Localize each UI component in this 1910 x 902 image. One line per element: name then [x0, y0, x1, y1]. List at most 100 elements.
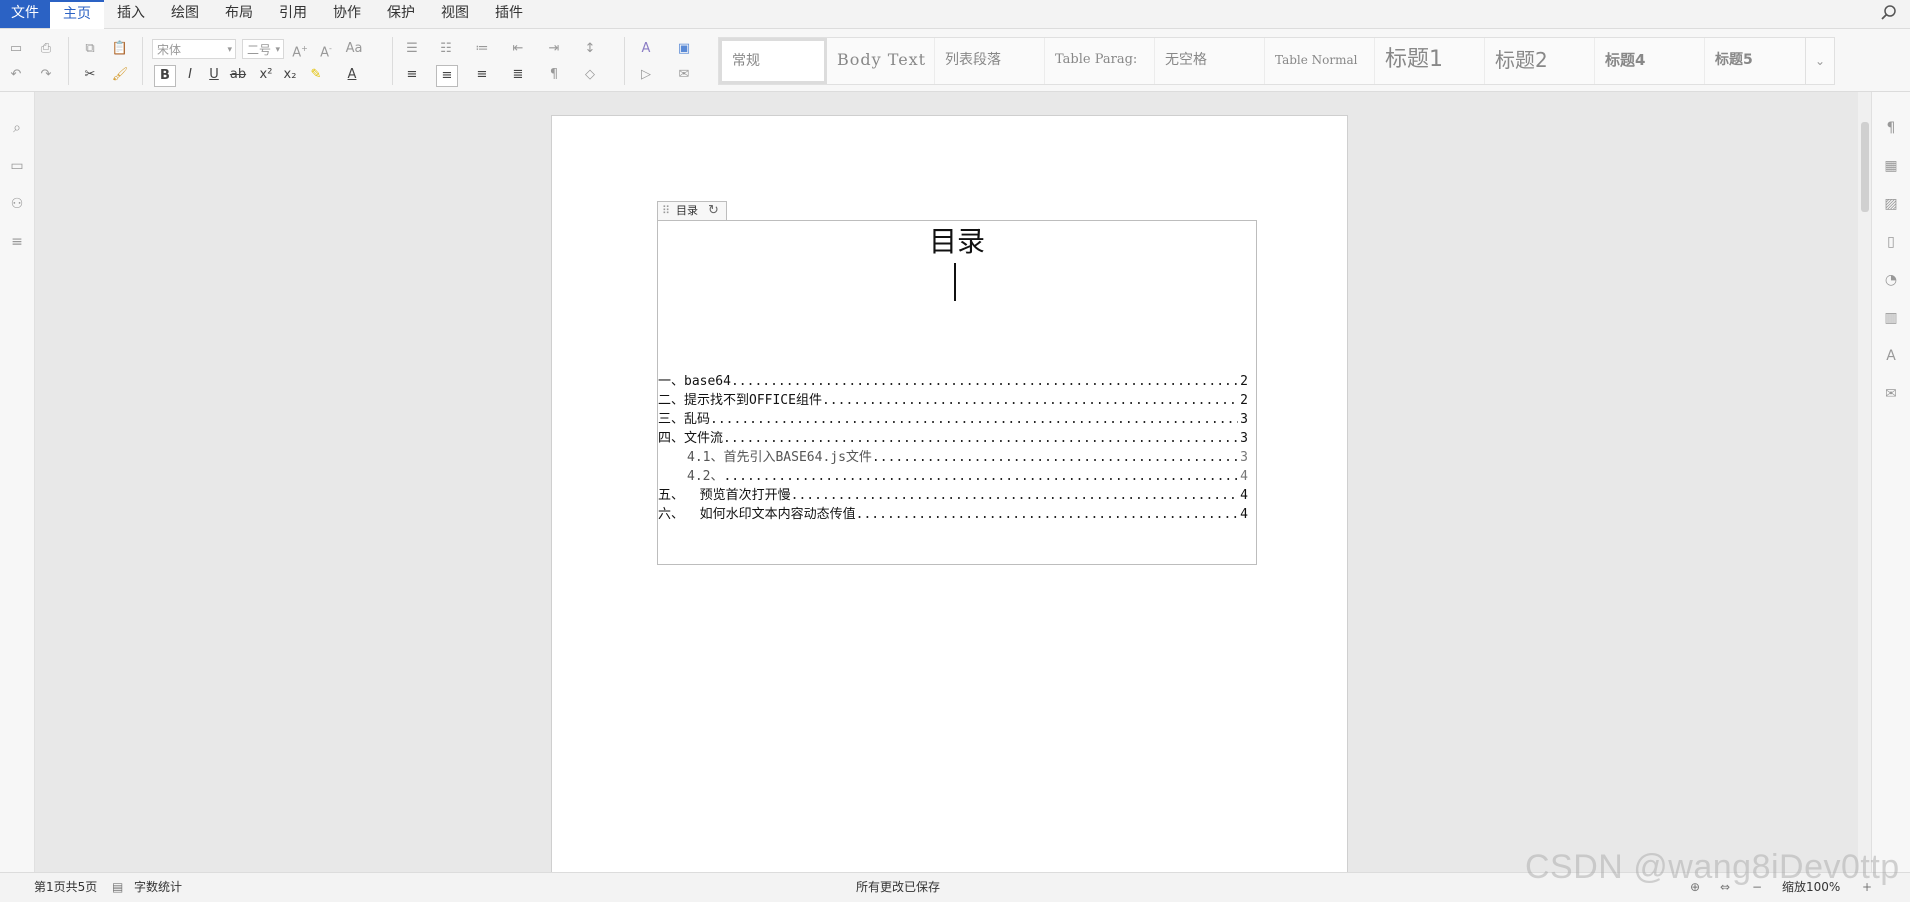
tab-draw[interactable]: 绘图: [158, 0, 212, 28]
style-table-normal[interactable]: Table Normal: [1265, 38, 1375, 84]
mail-merge-icon[interactable]: ✉: [1881, 384, 1901, 404]
style-normal[interactable]: 常规: [719, 38, 827, 84]
bold-icon[interactable]: B: [154, 65, 176, 87]
align-right-icon[interactable]: ≡: [472, 65, 492, 85]
drag-handle-icon[interactable]: ⠿: [662, 202, 670, 220]
search-icon[interactable]: [1880, 4, 1898, 22]
toc-subentry[interactable]: 4.1、首先引入BASE64.js文件 3: [687, 449, 1248, 467]
align-left-icon[interactable]: ≡: [402, 65, 422, 85]
underline-icon[interactable]: U: [204, 65, 224, 85]
scrollbar-thumb[interactable]: [1861, 122, 1869, 212]
tab-plugins[interactable]: 插件: [482, 0, 536, 28]
find-icon[interactable]: ⌕: [7, 118, 27, 138]
subscript-icon[interactable]: x₂: [280, 65, 300, 85]
shrink-font-icon[interactable]: A-: [316, 39, 336, 60]
toc-entry[interactable]: 一、base64 2: [658, 373, 1248, 391]
toc-entry[interactable]: 二、提示找不到OFFICE组件 2: [658, 392, 1248, 410]
insert-media-icon[interactable]: ▷: [636, 65, 656, 85]
save-icon[interactable]: ▭: [6, 39, 26, 59]
table-of-contents[interactable]: 目录 一、base64 2 二、提示找不到OFFICE组件 2 三、乱码 3 四、文件…: [657, 220, 1257, 565]
toc-entry-text: 三、乱码: [658, 412, 711, 427]
toc-entry-text: 二、提示找不到OFFICE组件: [658, 393, 822, 408]
text-effects-icon[interactable]: A: [636, 39, 656, 59]
shapes-icon[interactable]: ▣: [674, 39, 694, 59]
undo-icon[interactable]: ↶: [6, 65, 26, 85]
toc-entry[interactable]: 三、乱码 3: [658, 411, 1248, 429]
justify-icon[interactable]: ≣: [508, 65, 528, 85]
strikethrough-icon[interactable]: ab: [228, 65, 248, 85]
bullet-list-icon[interactable]: ☰: [402, 39, 422, 59]
decrease-indent-icon[interactable]: ⇤: [508, 39, 528, 59]
toc-entry-text: 一、base64: [658, 374, 731, 389]
text-art-icon[interactable]: A: [1881, 346, 1901, 366]
align-center-icon[interactable]: ≡: [436, 65, 458, 87]
tab-view[interactable]: 视图: [428, 0, 482, 28]
style-heading1[interactable]: 标题1: [1375, 38, 1485, 84]
toc-entry-text: 四、文件流: [658, 431, 724, 446]
copy-icon[interactable]: ⧉: [80, 39, 100, 59]
mail-icon[interactable]: ✉: [674, 65, 694, 85]
line-spacing-icon[interactable]: ↕: [580, 39, 600, 59]
print-icon[interactable]: ⎙: [36, 39, 56, 59]
menu-file[interactable]: 文件: [0, 0, 50, 28]
font-size-select[interactable]: 二号 ▾: [242, 39, 284, 59]
tab-collaborate[interactable]: 协作: [320, 0, 374, 28]
toc-entry-page: 4: [1240, 469, 1248, 484]
toc-subentry[interactable]: 4.2、 4: [687, 468, 1248, 486]
highlight-icon[interactable]: ✎: [306, 65, 326, 85]
style-body-text[interactable]: Body Text: [827, 38, 935, 84]
toc-entry[interactable]: 四、文件流 3: [658, 430, 1248, 448]
toc-entry[interactable]: 六、 如何水印文本内容动态传值 4: [658, 506, 1248, 524]
page-count[interactable]: 第1页共5页: [34, 873, 97, 901]
outline-icon[interactable]: ≡: [7, 232, 27, 252]
tab-insert[interactable]: 插入: [104, 0, 158, 28]
vertical-scrollbar[interactable]: [1858, 92, 1872, 872]
toc-control-handle[interactable]: ⠿ 目录 ↻: [657, 201, 727, 220]
word-count-button[interactable]: 字数统计: [134, 873, 182, 901]
change-case-icon[interactable]: Aa: [344, 39, 364, 59]
shading-icon[interactable]: ◇: [580, 65, 600, 85]
tab-home[interactable]: 主页: [50, 0, 104, 29]
font-name-select[interactable]: 宋体 ▾: [152, 39, 236, 59]
right-sidebar: ¶ ▦ ▨ ▯ ◔ ▥ A ✉: [1871, 92, 1910, 872]
style-heading2[interactable]: 标题2: [1485, 38, 1595, 84]
style-heading5[interactable]: 标题5: [1705, 38, 1819, 84]
style-gallery-expand-icon[interactable]: ⌄: [1805, 37, 1835, 85]
redo-icon[interactable]: ↷: [36, 65, 56, 85]
shape-settings-icon[interactable]: ◔: [1881, 270, 1901, 290]
reviewer-icon[interactable]: ⚇: [7, 194, 27, 214]
toc-entry[interactable]: 五、 预览首次打开慢 4: [658, 487, 1248, 505]
grow-font-icon[interactable]: A+: [290, 39, 310, 60]
toc-entry-page: 2: [1240, 393, 1248, 408]
paragraph-settings-icon[interactable]: ¶: [1881, 118, 1901, 138]
style-table-paragraph[interactable]: Table Parag:: [1045, 38, 1155, 84]
numbered-list-icon[interactable]: ☷: [436, 39, 456, 59]
style-heading4[interactable]: 标题4: [1595, 38, 1705, 84]
superscript-icon[interactable]: x²: [256, 65, 276, 85]
header-footer-icon[interactable]: ▯: [1881, 232, 1901, 252]
style-list-paragraph[interactable]: 列表段落: [935, 38, 1045, 84]
word-count-icon[interactable]: ▤: [112, 873, 123, 901]
paste-icon[interactable]: 📋: [110, 39, 130, 59]
multilevel-list-icon[interactable]: ≔: [472, 39, 492, 59]
comment-icon[interactable]: ▭: [7, 156, 27, 176]
tab-references[interactable]: 引用: [266, 0, 320, 28]
toc-entry-text: 五、 预览首次打开慢: [658, 488, 791, 503]
paragraph-mark-icon[interactable]: ¶: [544, 65, 564, 85]
tab-layout[interactable]: 布局: [212, 0, 266, 28]
font-color-icon[interactable]: A: [342, 65, 362, 85]
document-page[interactable]: ⠿ 目录 ↻ 目录 一、base64 2 二、提示找不到OFFICE组件 2 三、乱…: [551, 115, 1348, 877]
table-settings-icon[interactable]: ▦: [1881, 156, 1901, 176]
refresh-toc-icon[interactable]: ↻: [708, 202, 719, 220]
italic-icon[interactable]: I: [180, 65, 200, 85]
chart-settings-icon[interactable]: ▥: [1881, 308, 1901, 328]
format-painter-icon[interactable]: 🖌: [110, 65, 130, 85]
toc-entry-text: 4.1、首先引入BASE64.js文件: [687, 450, 872, 465]
image-settings-icon[interactable]: ▨: [1881, 194, 1901, 214]
style-no-spacing[interactable]: 无空格: [1155, 38, 1265, 84]
toc-entry-page: 2: [1240, 374, 1248, 389]
increase-indent-icon[interactable]: ⇥: [544, 39, 564, 59]
csdn-watermark: CSDN @wang8iDev0ttp: [1525, 848, 1900, 886]
cut-icon[interactable]: ✂: [80, 65, 100, 85]
tab-protect[interactable]: 保护: [374, 0, 428, 28]
